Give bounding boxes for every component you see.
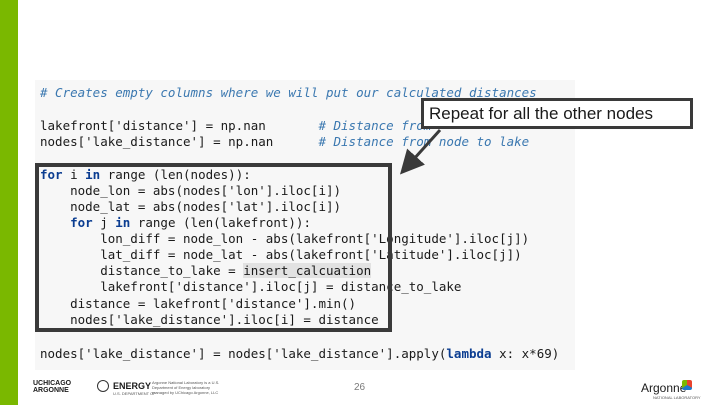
energy-logo: ENERGY [113, 381, 152, 391]
callout-box: Repeat for all the other nodes [421, 98, 693, 129]
argonne-mark-icon [682, 380, 692, 390]
argonne-subtitle: NATIONAL LABORATORY [653, 395, 701, 400]
callout-arrow-icon [399, 128, 442, 175]
uchicago-argonne-logo: UCHICAGO ARGONNE [33, 380, 72, 394]
argonne-note: Argonne National Laboratory is a U.S. De… [152, 380, 220, 395]
page-number: 26 [354, 382, 366, 393]
doe-seal-icon [97, 380, 109, 392]
argonne-logo: Argonne [641, 381, 687, 395]
energy-subtitle: U.S. DEPARTMENT OF [113, 391, 156, 396]
